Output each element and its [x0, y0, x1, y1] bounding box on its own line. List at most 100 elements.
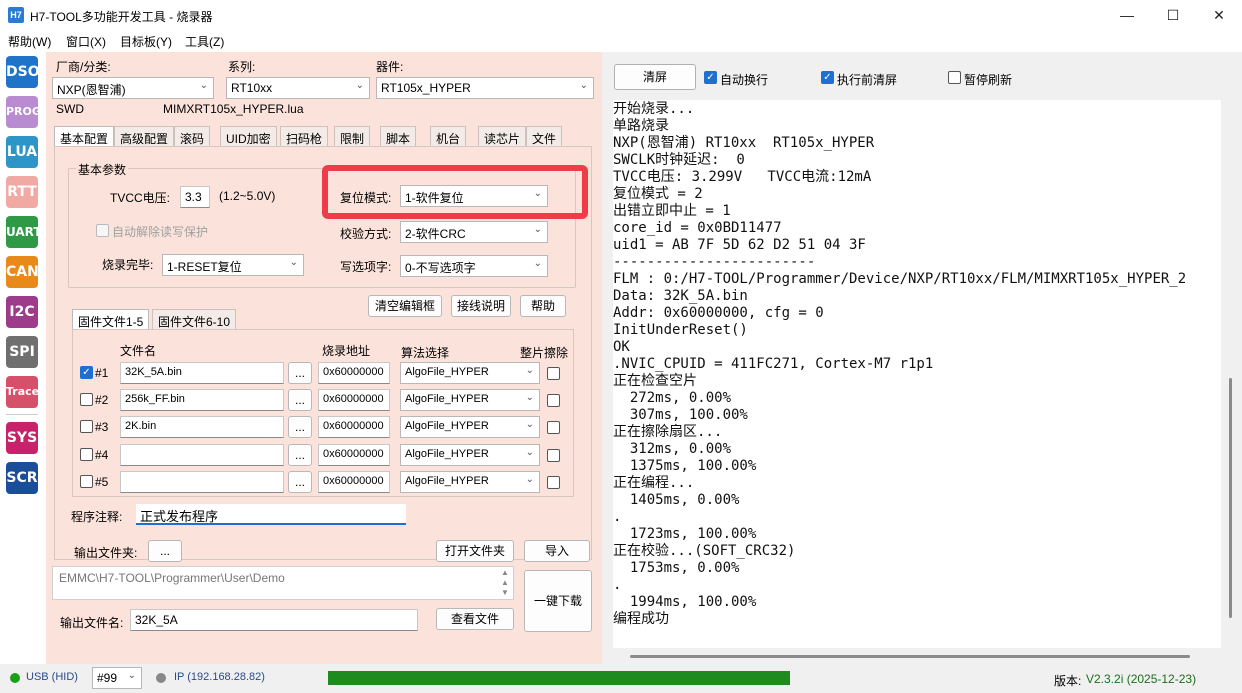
sidebar-item-can[interactable]: CAN	[6, 256, 39, 288]
tab-firmware-6-10[interactable]: 固件文件6-10	[152, 309, 237, 329]
clear-before-run-checkbox[interactable]: ✓	[821, 71, 834, 84]
menu-window[interactable]: 窗口(X)	[66, 33, 106, 50]
tab-scanner[interactable]: 扫码枪	[280, 126, 329, 146]
tab-file[interactable]: 文件	[526, 126, 563, 146]
output-folder-browse-button[interactable]: ...	[148, 540, 182, 562]
wiring-guide-button[interactable]: 接线说明	[451, 295, 511, 317]
file-name-input[interactable]: 256k_FF.bin	[120, 389, 284, 411]
clear-editor-button[interactable]: 清空编辑框	[368, 295, 442, 317]
chevron-down-icon: ⌄	[525, 419, 534, 430]
file-address-input[interactable]: 0x60000000	[318, 362, 390, 384]
option-bytes-select[interactable]: 0-不写选项字 ⌄	[400, 255, 548, 277]
algorithm-select[interactable]: AlgoFile_HYPER ⌄	[400, 416, 540, 438]
tab-uid-encrypt[interactable]: UID加密	[220, 126, 277, 146]
after-program-select[interactable]: 1-RESET复位 ⌄	[162, 254, 304, 276]
file-index-label: #3	[95, 420, 109, 434]
close-icon[interactable]: ✕	[1196, 0, 1242, 30]
file-enable-checkbox[interactable]	[80, 448, 93, 461]
sidebar-item-i2c[interactable]: I2C	[6, 296, 38, 328]
menu-target[interactable]: 目标板(Y)	[120, 33, 172, 50]
verify-select[interactable]: 2-软件CRC ⌄	[400, 221, 548, 243]
output-filename-input[interactable]: 32K_5A	[130, 609, 418, 631]
sidebar-item-prog[interactable]: PROG	[6, 96, 41, 128]
tab-rolling-code[interactable]: 滚码	[174, 126, 211, 146]
sidebar-item-rtt[interactable]: RTT	[6, 176, 38, 208]
help-button[interactable]: 帮助	[520, 295, 566, 317]
file-name-input[interactable]	[120, 471, 284, 493]
pause-refresh-checkbox[interactable]	[948, 71, 961, 84]
interface-label: SWD	[56, 102, 84, 116]
view-file-button[interactable]: 查看文件	[436, 608, 514, 630]
console-horizontal-scrollbar[interactable]	[630, 655, 1190, 658]
sidebar-item-sys[interactable]: SYS	[6, 422, 38, 454]
chevron-down-icon: ⌄	[525, 447, 534, 458]
tab-limits[interactable]: 限制	[334, 126, 371, 146]
file-name-input[interactable]: 2K.bin	[120, 416, 284, 438]
sidebar-item-lua[interactable]: LUA	[6, 136, 38, 168]
vendor-select[interactable]: NXP(恩智浦) ⌄	[52, 77, 214, 99]
port-select[interactable]: #99 ⌄	[92, 667, 142, 689]
minimize-icon[interactable]: —	[1104, 0, 1150, 30]
import-button[interactable]: 导入	[524, 540, 590, 562]
maximize-icon[interactable]: ☐	[1150, 0, 1196, 30]
tab-script[interactable]: 脚本	[380, 126, 417, 146]
algorithm-select[interactable]: AlgoFile_HYPER ⌄	[400, 471, 540, 493]
chip-erase-checkbox[interactable]	[547, 367, 560, 380]
file-address-input[interactable]: 0x60000000	[318, 444, 390, 466]
algorithm-select[interactable]: AlgoFile_HYPER ⌄	[400, 362, 540, 384]
file-name-input[interactable]: 32K_5A.bin	[120, 362, 284, 384]
ip-status-label: IP (192.168.28.82)	[174, 671, 265, 683]
file-enable-checkbox[interactable]	[80, 475, 93, 488]
auto-wrap-label: 自动换行	[720, 73, 769, 87]
auto-wrap-checkbox[interactable]: ✓	[704, 71, 717, 84]
file-enable-checkbox[interactable]	[80, 420, 93, 433]
verify-label: 校验方式:	[340, 227, 392, 241]
note-input[interactable]: 正式发布程序	[136, 504, 406, 525]
tvcc-input[interactable]: 3.3	[180, 186, 210, 208]
path-scrollbar[interactable]: ▲ ▲ ▼	[498, 568, 512, 598]
open-folder-button[interactable]: 打开文件夹	[436, 540, 514, 562]
file-address-input[interactable]: 0x60000000	[318, 389, 390, 411]
file-enable-checkbox[interactable]	[80, 393, 93, 406]
file-address-input[interactable]: 0x60000000	[318, 416, 390, 438]
tab-firmware-1-5[interactable]: 固件文件1-5	[72, 309, 150, 329]
chip-erase-checkbox[interactable]	[547, 476, 560, 489]
sidebar-item-uart[interactable]: UART	[6, 216, 42, 248]
tab-read-chip[interactable]: 读芯片	[478, 126, 527, 146]
console-line: .NVIC_CPUID = 411FC271, Cortex-M7 r1p1	[613, 356, 934, 372]
scrollbar-thumb[interactable]	[1229, 378, 1232, 618]
menu-help[interactable]: 帮助(W)	[8, 33, 51, 50]
output-path-text[interactable]: EMMC\H7-TOOL\Programmer\User\Demo	[52, 566, 514, 600]
file-index-label: #1	[95, 366, 109, 380]
console-output[interactable]: 开始烧录... 单路烧录 NXP(恩智浦) RT10xx RT105x_HYPER S…	[613, 100, 1221, 648]
sidebar-item-dso[interactable]: DSO	[6, 56, 40, 88]
file-browse-button[interactable]: ...	[288, 471, 312, 493]
file-name-input[interactable]	[120, 444, 284, 466]
file-index-label: #5	[95, 475, 109, 489]
chip-erase-checkbox[interactable]	[547, 449, 560, 462]
file-address-input[interactable]: 0x60000000	[318, 471, 390, 493]
chip-erase-checkbox[interactable]	[547, 421, 560, 434]
chip-erase-checkbox[interactable]	[547, 394, 560, 407]
file-browse-button[interactable]: ...	[288, 444, 312, 466]
console-vertical-scrollbar[interactable]	[1221, 100, 1240, 664]
algorithm-select[interactable]: AlgoFile_HYPER ⌄	[400, 389, 540, 411]
tab-basic-config[interactable]: 基本配置	[54, 126, 115, 146]
menu-tools[interactable]: 工具(Z)	[185, 33, 224, 50]
clear-screen-button[interactable]: 清屏	[614, 64, 696, 90]
sidebar-item-trace[interactable]: Trace	[6, 376, 39, 408]
file-browse-button[interactable]: ...	[288, 362, 312, 384]
file-browse-button[interactable]: ...	[288, 416, 312, 438]
file-browse-button[interactable]: ...	[288, 389, 312, 411]
sidebar-item-spi[interactable]: SPI	[6, 336, 38, 368]
one-click-download-button[interactable]: 一键下载	[524, 570, 592, 632]
algorithm-select[interactable]: AlgoFile_HYPER ⌄	[400, 444, 540, 466]
sidebar-item-scr[interactable]: SCR	[6, 462, 38, 494]
tab-machine[interactable]: 机台	[430, 126, 467, 146]
tab-advanced-config[interactable]: 高级配置	[114, 126, 175, 146]
reset-mode-select[interactable]: 1-软件复位 ⌄	[400, 185, 548, 207]
auto-unlock-checkbox[interactable]	[96, 224, 109, 237]
part-select[interactable]: RT105x_HYPER ⌄	[376, 77, 594, 99]
series-select[interactable]: RT10xx ⌄	[226, 77, 370, 99]
file-enable-checkbox[interactable]: ✓	[80, 366, 93, 379]
